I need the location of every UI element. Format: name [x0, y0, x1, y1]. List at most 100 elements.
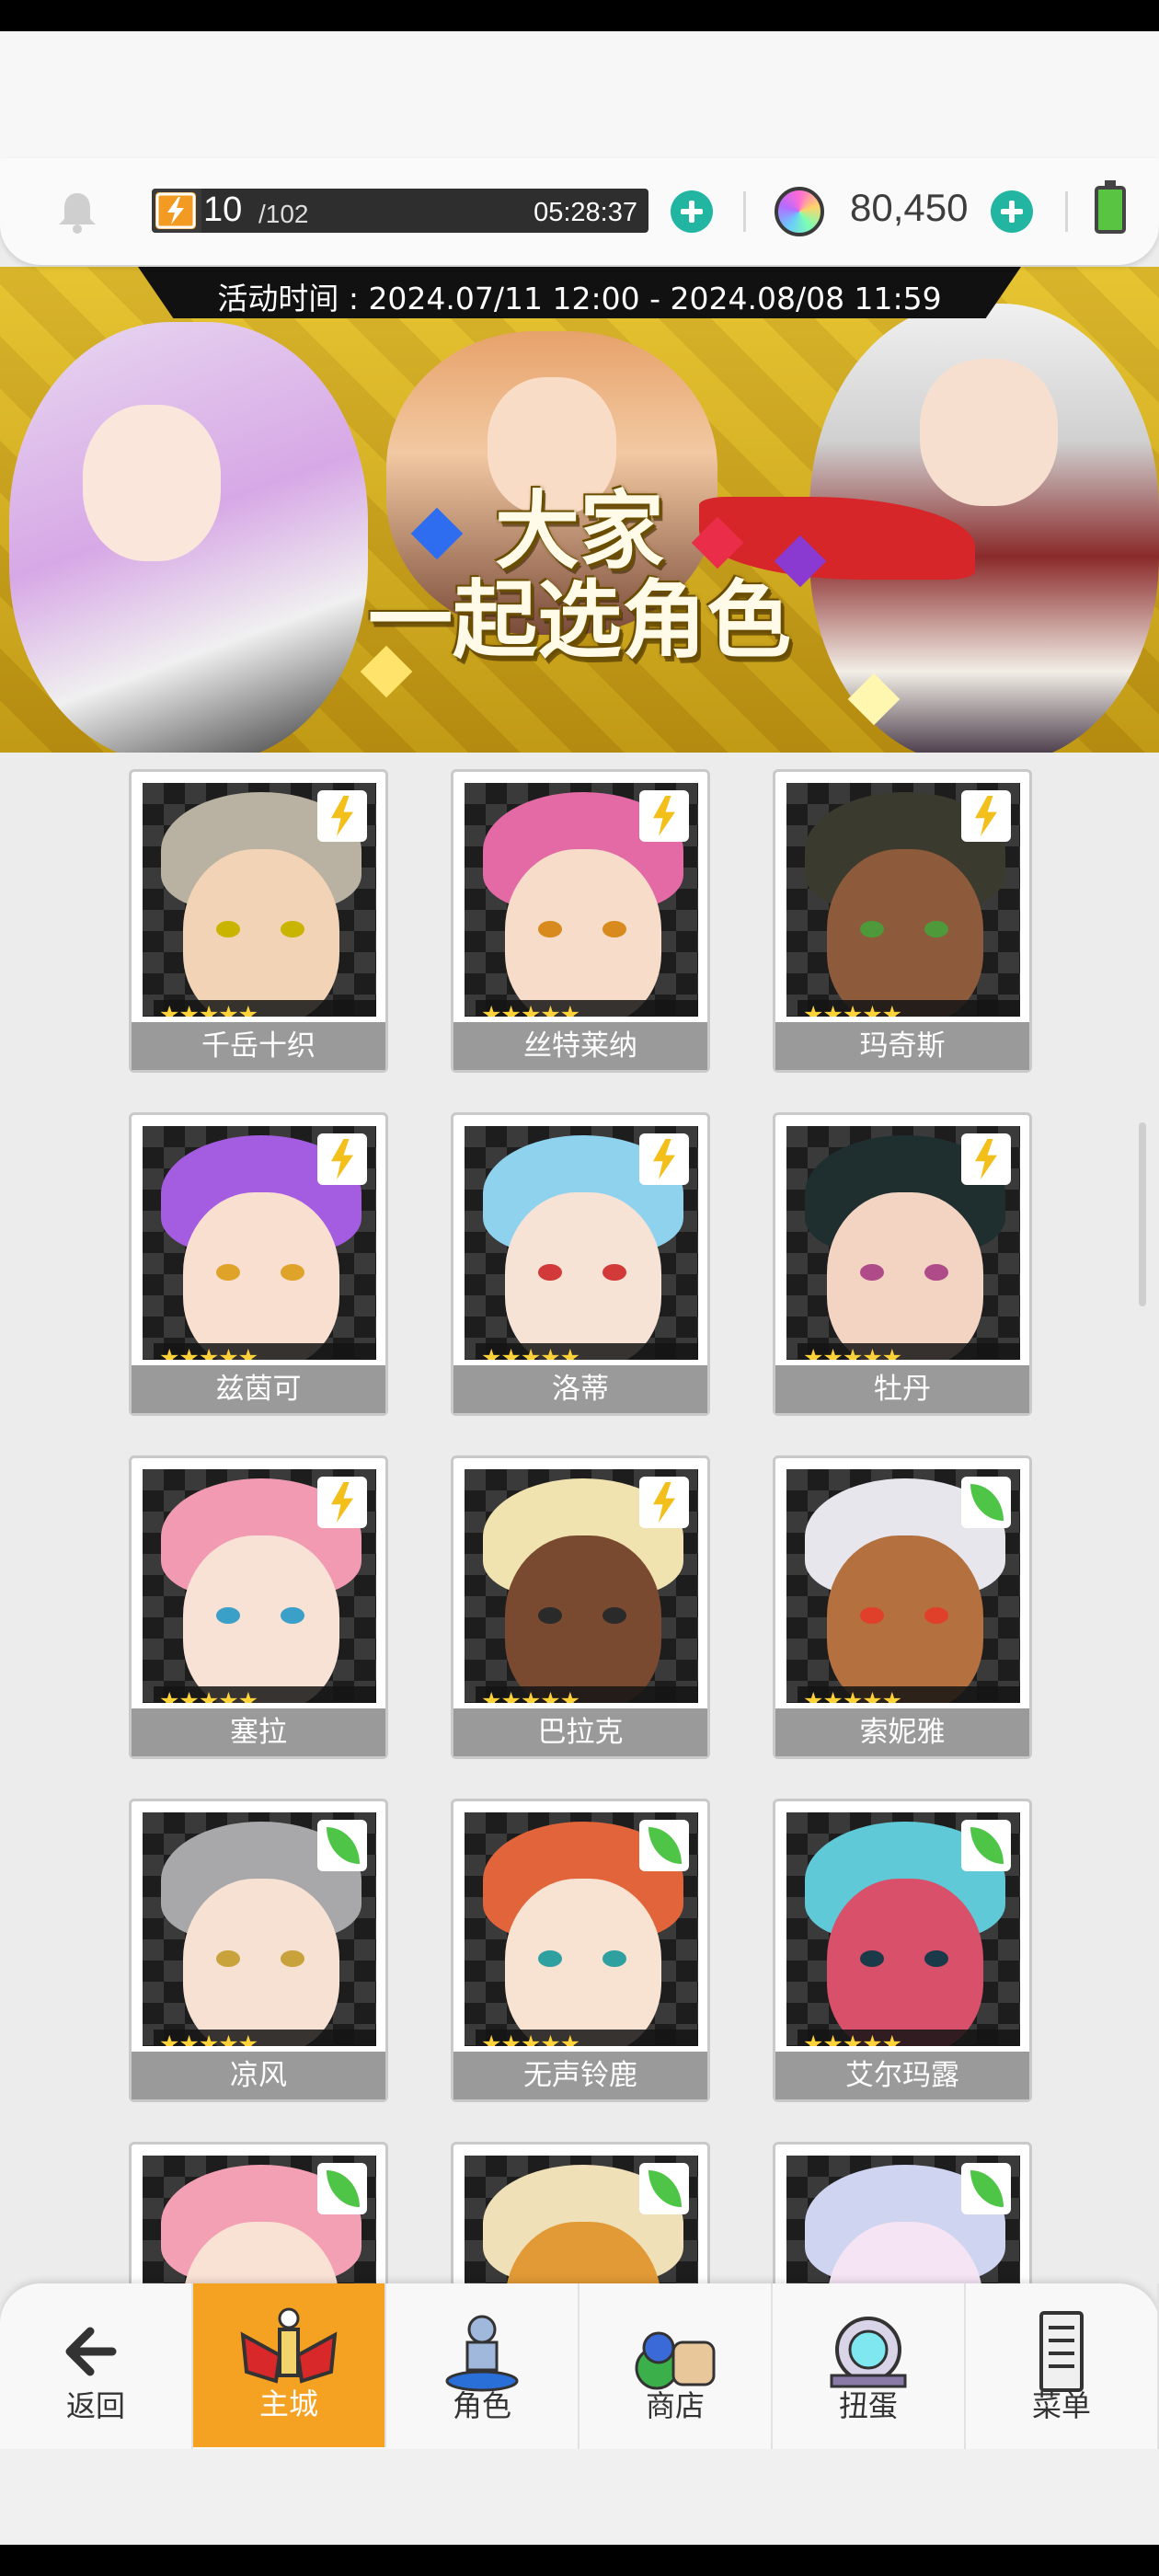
- banner-character-right-face: [920, 359, 1058, 506]
- stamina-timer: 05:28:37: [534, 198, 637, 227]
- leaf-icon: [648, 2170, 682, 2207]
- character-card[interactable]: ★★★★★ 玛奇斯: [773, 769, 1032, 1073]
- character-name: 兹茵可: [132, 1365, 385, 1413]
- portrait-eye: [602, 1264, 626, 1281]
- gem-count: 80,450: [850, 186, 969, 229]
- portrait-eye: [538, 1264, 562, 1281]
- portrait-eye: [860, 921, 884, 937]
- wind-attribute-icon: [639, 1820, 689, 1871]
- wind-attribute-icon: [961, 2163, 1011, 2214]
- character-name: 索妮雅: [775, 1708, 1029, 1756]
- nav-menu[interactable]: 菜单: [966, 2283, 1159, 2449]
- character-name: 丝特莱纳: [453, 1022, 707, 1070]
- portrait-eye: [924, 921, 948, 937]
- portrait-eye: [281, 1607, 304, 1624]
- character-name: 巴拉克: [453, 1708, 707, 1756]
- lightning-attribute-icon: [961, 790, 1011, 842]
- character-name: 千岳十织: [132, 1022, 385, 1070]
- portrait-eye: [281, 1264, 304, 1281]
- event-time: 活动时间 : 2024.07/11 12:00 - 2024.08/08 11:…: [217, 281, 942, 316]
- stamina-current: 10: [203, 190, 243, 229]
- nav-label: 扭蛋: [838, 2388, 898, 2423]
- character-name: 凉风: [132, 2052, 385, 2099]
- portrait-eye: [602, 1607, 626, 1624]
- character-portrait: ★★★★★: [786, 1812, 1020, 2046]
- portrait-eye: [602, 921, 626, 937]
- portrait-face: [827, 1535, 983, 1703]
- character-name: 牡丹: [775, 1365, 1029, 1413]
- character-card[interactable]: ★★★★★ 兹茵可: [129, 1112, 388, 1416]
- portrait-eye: [216, 921, 240, 937]
- portrait-eye: [860, 1607, 884, 1624]
- character-name: 玛奇斯: [775, 1022, 1029, 1070]
- wind-attribute-icon: [961, 1477, 1011, 1528]
- notification-bell-icon[interactable]: [53, 188, 101, 236]
- leaf-icon: [970, 2170, 1004, 2207]
- star-rating: ★★★★★: [798, 2030, 1020, 2046]
- character-card[interactable]: ★★★★★ 塞拉: [129, 1455, 388, 1759]
- portrait-eye: [924, 1264, 948, 1281]
- character-card[interactable]: ★★★★★ 牡丹: [773, 1112, 1032, 1416]
- divider: [743, 191, 746, 232]
- portrait-face: [505, 849, 661, 1017]
- star-rating: ★★★★★: [154, 2030, 376, 2046]
- portrait-face: [505, 1535, 661, 1703]
- character-portrait: ★★★★★: [143, 1469, 376, 1703]
- portrait-eye: [860, 1950, 884, 1967]
- divider: [1065, 191, 1068, 232]
- portrait-face: [183, 1879, 339, 2046]
- character-card[interactable]: ★★★★★ 艾尔玛露: [773, 1799, 1032, 2102]
- nav-back-arrow[interactable]: 返回: [0, 2283, 193, 2449]
- nav-label: 商店: [645, 2388, 705, 2423]
- star-rating: ★★★★★: [798, 1686, 1020, 1703]
- character-card[interactable]: ★★★★★ 巴拉克: [451, 1455, 710, 1759]
- character-portrait: ★★★★★: [786, 783, 1020, 1017]
- star-rating: ★★★★★: [798, 1343, 1020, 1360]
- gem-icon: [775, 187, 824, 236]
- star-rating: ★★★★★: [476, 1343, 698, 1360]
- portrait-eye: [924, 1950, 948, 1967]
- character-portrait: ★★★★★: [143, 1812, 376, 2046]
- nav-gacha[interactable]: 扭蛋: [773, 2283, 966, 2449]
- portrait-face: [505, 1879, 661, 2046]
- portrait-eye: [924, 1607, 948, 1624]
- gesture-area: [0, 2449, 1159, 2545]
- add-gems-button[interactable]: [991, 190, 1033, 233]
- banner-title-line1: 大家: [494, 482, 664, 581]
- bolt-icon: [331, 796, 353, 836]
- add-stamina-button[interactable]: [671, 190, 713, 233]
- bolt-icon: [975, 796, 997, 836]
- nav-label: 返回: [65, 2388, 125, 2423]
- portrait-eye: [216, 1950, 240, 1967]
- character-card[interactable]: ★★★★★ 索妮雅: [773, 1455, 1032, 1759]
- bolt-icon: [653, 1139, 675, 1179]
- nav-character[interactable]: 角色: [386, 2283, 580, 2449]
- star-rating: ★★★★★: [154, 1686, 376, 1703]
- wind-attribute-icon: [317, 1820, 367, 1871]
- character-card[interactable]: ★★★★★ 无声铃鹿: [451, 1799, 710, 2102]
- character-card[interactable]: ★★★★★ 丝特莱纳: [451, 769, 710, 1073]
- status-bar: [0, 0, 1159, 31]
- stamina-bolt-icon: [155, 192, 196, 229]
- portrait-eye: [538, 1950, 562, 1967]
- portrait-eye: [602, 1950, 626, 1967]
- lightning-attribute-icon: [317, 1477, 367, 1528]
- character-card[interactable]: ★★★★★ 洛蒂: [451, 1112, 710, 1416]
- character-name: 无声铃鹿: [453, 2052, 707, 2099]
- banner-character-left-face: [83, 405, 221, 561]
- scrollbar[interactable]: [1139, 1122, 1146, 1306]
- portrait-eye: [538, 921, 562, 937]
- stamina-meter: 10 /102 05:28:37: [152, 189, 648, 233]
- nav-shop[interactable]: 商店: [580, 2283, 773, 2449]
- bottom-nav: 返回 主城 角色 商店 扭蛋 菜单: [0, 2283, 1159, 2449]
- character-portrait: ★★★★★: [786, 1126, 1020, 1360]
- event-banner[interactable]: 活动时间 : 2024.07/11 12:00 - 2024.08/08 11:…: [0, 267, 1159, 753]
- character-card[interactable]: ★★★★★ 凉风: [129, 1799, 388, 2102]
- resource-bar: 10 /102 05:28:37 80,450: [0, 158, 1159, 265]
- bolt-icon: [653, 1482, 675, 1523]
- bolt-icon: [331, 1139, 353, 1179]
- character-card[interactable]: ★★★★★ 千岳十织: [129, 769, 388, 1073]
- top-spacer: [0, 31, 1159, 160]
- nav-castle[interactable]: 主城: [193, 2283, 386, 2447]
- portrait-face: [183, 1535, 339, 1703]
